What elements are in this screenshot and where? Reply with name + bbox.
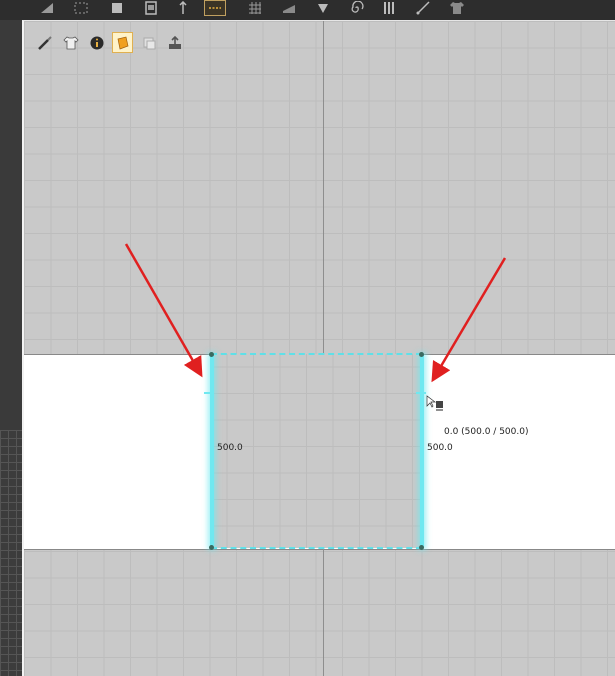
2d-pattern-viewport[interactable]: 500.0 500.0 0.0 (500.0 / 500.0) xyxy=(22,20,615,676)
right-length-label: 500.0 xyxy=(427,443,453,453)
garment-icon[interactable] xyxy=(60,32,81,53)
export-icon[interactable] xyxy=(164,32,185,53)
segment-ratio-label: 0.0 (500.0 / 500.0) xyxy=(444,427,529,437)
left-panel-edge xyxy=(0,20,22,676)
top-toolbar xyxy=(0,0,615,21)
center-axis xyxy=(323,21,324,676)
info-icon[interactable] xyxy=(86,32,107,53)
right-seam-segment[interactable] xyxy=(420,354,424,548)
bars-icon[interactable] xyxy=(378,0,400,16)
cursor-icon xyxy=(426,395,444,411)
spiral-icon[interactable] xyxy=(346,0,368,16)
grid-icon[interactable] xyxy=(244,0,266,16)
left-seam-notch xyxy=(204,392,214,394)
corner-point[interactable] xyxy=(419,352,424,357)
pin-icon[interactable] xyxy=(172,0,194,16)
points-icon[interactable] xyxy=(70,0,92,16)
brush-icon[interactable] xyxy=(34,32,55,53)
pattern-bottom-edge[interactable] xyxy=(211,547,422,549)
left-seam-segment[interactable] xyxy=(210,354,214,548)
pattern-top-edge[interactable] xyxy=(211,353,422,355)
stack-icon[interactable] xyxy=(138,32,159,53)
rectangle-icon[interactable] xyxy=(106,0,128,16)
line-icon[interactable] xyxy=(412,0,434,16)
left-length-label: 500.0 xyxy=(217,443,243,453)
sheet-icon[interactable] xyxy=(112,32,133,53)
tshirt-icon[interactable] xyxy=(446,0,468,16)
corner-point[interactable] xyxy=(209,352,214,357)
corner-point[interactable] xyxy=(209,545,214,550)
fold-icon[interactable] xyxy=(312,0,334,16)
right-seam-notch xyxy=(416,392,426,394)
pattern-transform-icon[interactable] xyxy=(36,0,58,16)
polygon-icon[interactable] xyxy=(140,0,162,16)
segment-tape-icon[interactable] xyxy=(204,0,226,16)
viewport-grid xyxy=(24,21,615,676)
folder-icon[interactable] xyxy=(278,0,300,16)
corner-point[interactable] xyxy=(419,545,424,550)
